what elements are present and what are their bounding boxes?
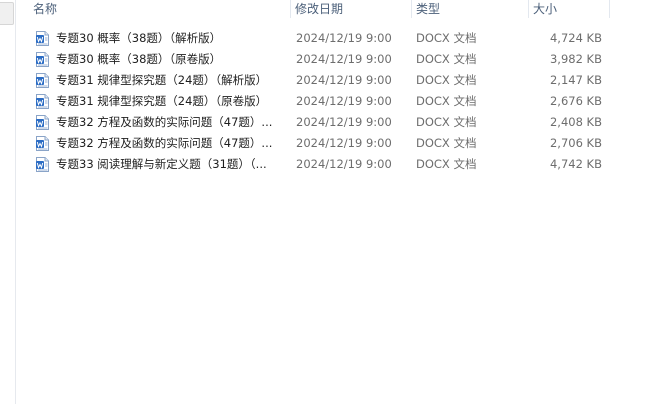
file-size: 2,147 KB bbox=[549, 73, 602, 87]
file-row[interactable]: 专题33 阅读理解与新定义题（31题）（... 2024/12/19 9:00 DO… bbox=[16, 154, 662, 175]
column-header-date-modified[interactable]: 修改日期 bbox=[291, 0, 412, 18]
file-date-modified: 2024/12/19 9:00 bbox=[296, 52, 392, 66]
file-type: DOCX 文档 bbox=[416, 157, 477, 171]
word-document-icon bbox=[36, 115, 49, 130]
file-size: 2,706 KB bbox=[549, 136, 602, 150]
column-header-type[interactable]: 类型 bbox=[412, 0, 529, 18]
file-name: 专题30 概率（38题）（解析版） bbox=[56, 31, 222, 45]
word-document-icon bbox=[36, 73, 49, 88]
file-row[interactable]: 专题30 概率（38题）（解析版） 2024/12/19 9:00 DOCX 文档 4… bbox=[16, 28, 662, 49]
file-date-modified: 2024/12/19 9:00 bbox=[296, 94, 392, 108]
file-date-modified: 2024/12/19 9:00 bbox=[296, 115, 392, 129]
file-type: DOCX 文档 bbox=[416, 115, 477, 129]
word-document-icon bbox=[36, 52, 49, 67]
file-row[interactable]: 专题30 概率（38题）（原卷版） 2024/12/19 9:00 DOCX 文档 3… bbox=[16, 49, 662, 70]
file-date-modified: 2024/12/19 9:00 bbox=[296, 157, 392, 171]
file-size: 3,982 KB bbox=[549, 52, 602, 66]
column-header-name[interactable]: 名称 bbox=[29, 0, 291, 18]
file-type: DOCX 文档 bbox=[416, 136, 477, 150]
file-row[interactable]: 专题32 方程及函数的实际问题（47题）... 2024/12/19 9:00 DO… bbox=[16, 133, 662, 154]
file-type: DOCX 文档 bbox=[416, 73, 477, 87]
navigation-pane bbox=[0, 0, 16, 404]
file-name: 专题31 规律型探究题（24题）（解析版） bbox=[56, 73, 268, 87]
file-date-modified: 2024/12/19 9:00 bbox=[296, 73, 392, 87]
file-row[interactable]: 专题31 规律型探究题（24题）（解析版） 2024/12/19 9:00 DOCX… bbox=[16, 70, 662, 91]
file-size: 2,676 KB bbox=[549, 94, 602, 108]
file-size: 2,408 KB bbox=[549, 115, 602, 129]
file-date-modified: 2024/12/19 9:00 bbox=[296, 136, 392, 150]
file-row[interactable]: 专题32 方程及函数的实际问题（47题）... 2024/12/19 9:00 DO… bbox=[16, 112, 662, 133]
file-size: 4,724 KB bbox=[549, 31, 602, 45]
file-name: 专题32 方程及函数的实际问题（47题）... bbox=[56, 136, 273, 150]
file-name: 专题32 方程及函数的实际问题（47题）... bbox=[56, 115, 273, 129]
file-name: 专题30 概率（38题）（原卷版） bbox=[56, 52, 222, 66]
file-list: 专题30 概率（38题）（解析版） 2024/12/19 9:00 DOCX 文档 4… bbox=[16, 28, 662, 175]
word-document-icon bbox=[36, 31, 49, 46]
file-type: DOCX 文档 bbox=[416, 94, 477, 108]
file-explorer-window: 名称 修改日期 类型 大小 专题30 概率（38题）（解析版） 2024/12/1… bbox=[0, 0, 662, 404]
file-type: DOCX 文档 bbox=[416, 52, 477, 66]
word-document-icon bbox=[36, 136, 49, 151]
file-size: 4,742 KB bbox=[549, 157, 602, 171]
file-type: DOCX 文档 bbox=[416, 31, 477, 45]
file-row[interactable]: 专题31 规律型探究题（24题）（原卷版） 2024/12/19 9:00 DOCX… bbox=[16, 91, 662, 112]
word-document-icon bbox=[36, 94, 49, 109]
column-header-size[interactable]: 大小 bbox=[529, 0, 610, 18]
file-date-modified: 2024/12/19 9:00 bbox=[296, 31, 392, 45]
navigation-pane-scrollbar[interactable] bbox=[0, 2, 14, 25]
file-name: 专题31 规律型探究题（24题）（原卷版） bbox=[56, 94, 268, 108]
column-header-bar: 名称 修改日期 类型 大小 bbox=[16, 0, 662, 18]
file-name: 专题33 阅读理解与新定义题（31题）（... bbox=[56, 157, 267, 171]
word-document-icon bbox=[36, 157, 49, 172]
